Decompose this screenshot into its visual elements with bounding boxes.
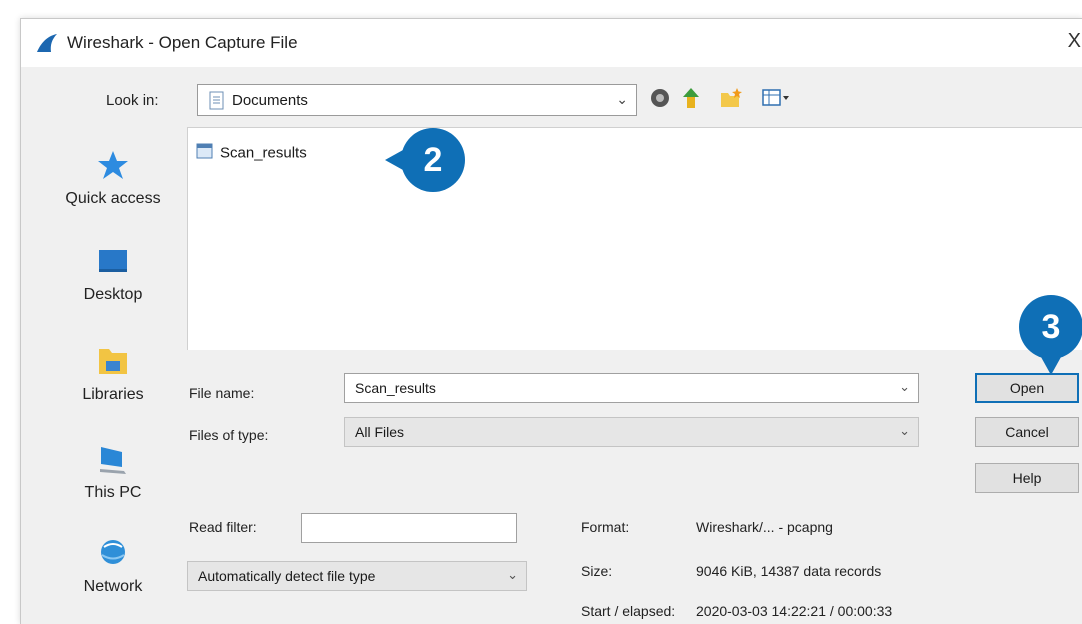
places-bar: Quick access Desktop Libraries This PC N… (39, 127, 187, 624)
place-label: Quick access (65, 190, 161, 207)
place-label: Network (83, 578, 143, 595)
place-desktop[interactable]: Desktop (39, 247, 187, 304)
start-elapsed-value: 2020-03-03 14:22:21 / 00:00:33 (696, 603, 893, 619)
chevron-down-icon: ⌄ (507, 567, 518, 582)
view-menu-icon[interactable] (761, 87, 791, 114)
format-label: Format: (581, 519, 630, 535)
chevron-down-icon[interactable]: ⌄ (899, 379, 910, 395)
place-this-pc[interactable]: This PC (39, 443, 187, 502)
read-filter-input[interactable] (301, 513, 517, 543)
up-folder-icon[interactable] (681, 87, 703, 114)
format-value: Wireshark/... - pcapng (696, 519, 833, 535)
files-of-type-label: Files of type: (189, 427, 269, 443)
documents-icon (208, 91, 226, 116)
look-in-combo[interactable]: Documents ⌄ (197, 84, 637, 116)
network-icon (39, 537, 187, 574)
read-filter-label: Read filter: (189, 519, 257, 535)
look-in-label: Look in: (106, 92, 159, 109)
place-libraries[interactable]: Libraries (39, 345, 187, 404)
files-of-type-select[interactable]: All Files ⌄ (344, 417, 919, 447)
start-elapsed-label: Start / elapsed: (581, 603, 676, 619)
place-label: This PC (84, 484, 142, 501)
file-name-label: File name: (189, 385, 255, 401)
open-capture-dialog: Wireshark - Open Capture File X Look in:… (20, 18, 1082, 624)
detect-file-type-value: Automatically detect file type (198, 568, 376, 584)
star-icon (39, 149, 187, 186)
file-item[interactable]: Scan_results (196, 142, 307, 164)
files-of-type-value: All Files (355, 424, 405, 440)
desktop-icon (39, 247, 187, 282)
detect-file-type-select[interactable]: Automatically detect file type ⌄ (187, 561, 527, 591)
chevron-down-icon: ⌄ (899, 423, 910, 438)
help-button[interactable]: Help (975, 463, 1079, 493)
file-icon (196, 142, 214, 164)
cancel-button[interactable]: Cancel (975, 417, 1079, 447)
wireshark-fin-icon (35, 33, 59, 58)
title-bar: Wireshark - Open Capture File X (21, 19, 1082, 67)
file-name-field[interactable]: Scan_results ⌄ (344, 373, 919, 403)
open-button[interactable]: Open (975, 373, 1079, 403)
back-icon[interactable] (649, 87, 671, 114)
size-value: 9046 KiB, 14387 data records (696, 563, 882, 579)
new-folder-icon[interactable] (719, 87, 743, 114)
size-label: Size: (581, 563, 613, 579)
window-title: Wireshark - Open Capture File (67, 33, 298, 52)
place-network[interactable]: Network (39, 537, 187, 596)
file-name-value: Scan_results (355, 380, 436, 396)
file-name: Scan_results (220, 144, 307, 162)
place-quick-access[interactable]: Quick access (39, 149, 187, 208)
chevron-down-icon: ⌄ (616, 91, 628, 107)
step-2-callout: 2 (385, 128, 465, 192)
computer-icon (39, 443, 187, 480)
step-3-callout: 3 (1019, 295, 1082, 375)
file-list: Scan_results (187, 127, 1082, 350)
close-icon[interactable]: X (1068, 30, 1081, 53)
place-label: Desktop (83, 286, 143, 303)
libraries-icon (39, 345, 187, 382)
place-label: Libraries (82, 386, 144, 403)
look-in-value: Documents (232, 92, 308, 109)
